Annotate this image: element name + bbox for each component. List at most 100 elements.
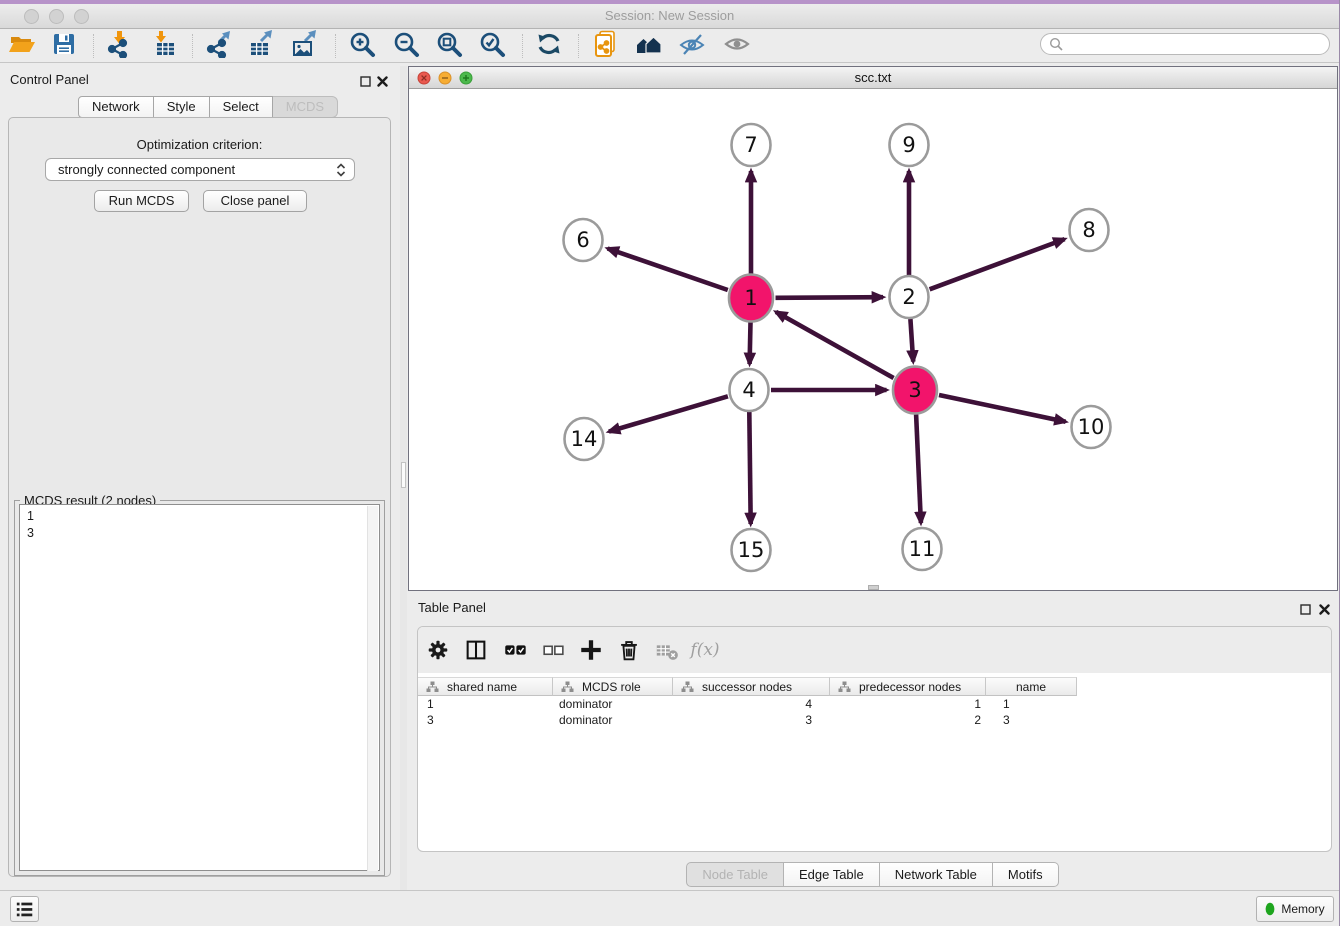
deselect-all-checkboxes-icon[interactable] (538, 636, 568, 664)
edge-3-10[interactable] (939, 395, 1066, 422)
mcds-result-box[interactable]: 13 (19, 504, 380, 871)
table-panel-title: Table Panel (418, 600, 486, 615)
add-column-icon[interactable] (576, 636, 606, 664)
graph-node-9[interactable]: 9 (890, 124, 929, 166)
select-all-checkboxes-icon[interactable] (500, 636, 530, 664)
table-cell: 3 (418, 712, 553, 728)
graph-node-15[interactable]: 15 (732, 529, 771, 571)
frame-resize-handle[interactable] (868, 585, 879, 590)
zoom-fit-icon[interactable] (432, 30, 466, 58)
column-header-MCDS-role[interactable]: MCDS role (553, 677, 673, 696)
result-line: 1 (27, 508, 379, 525)
criterion-dropdown[interactable]: strongly connected component (45, 158, 355, 181)
graph-node-3[interactable]: 3 (893, 367, 937, 414)
svg-text:3: 3 (908, 378, 921, 402)
close-panel-icon[interactable] (377, 74, 388, 92)
refresh-icon[interactable] (532, 30, 566, 58)
tab-motifs[interactable]: Motifs (993, 862, 1059, 887)
search-input[interactable] (1068, 36, 1329, 52)
graph-node-6[interactable]: 6 (564, 219, 603, 261)
open-folder-icon[interactable] (5, 30, 39, 58)
tab-select[interactable]: Select (210, 96, 273, 118)
import-network-icon[interactable] (102, 30, 136, 58)
graph-node-4[interactable]: 4 (730, 369, 769, 411)
gear-icon[interactable] (423, 636, 453, 664)
float-table-panel-icon[interactable] (1300, 602, 1311, 620)
control-panel-tabs: NetworkStyleSelectMCDS (78, 96, 338, 118)
toolbar-separator (335, 34, 336, 58)
graph-node-2[interactable]: 2 (890, 276, 929, 318)
toolbar-separator (93, 34, 94, 58)
column-sort-icon (681, 681, 694, 693)
column-header-predecessor-nodes[interactable]: predecessor nodes (830, 677, 986, 696)
zoom-out-icon[interactable] (389, 30, 423, 58)
delete-column-icon[interactable] (614, 636, 644, 664)
table-cell: 3 (986, 712, 1077, 728)
first-neighbors-icon[interactable] (631, 30, 665, 58)
graph-node-1[interactable]: 1 (729, 275, 773, 322)
edge-4-14[interactable] (609, 396, 728, 431)
network-canvas[interactable]: 7 9 6 8 1 2 4 3 14 10 15 11 (409, 89, 1337, 590)
graph-node-11[interactable]: 11 (903, 528, 942, 570)
float-panel-icon[interactable] (360, 74, 371, 92)
edge-3-11[interactable] (916, 415, 921, 524)
edge-1-2[interactable] (776, 297, 884, 298)
zoom-selected-icon[interactable] (475, 30, 509, 58)
show-graphics-details-icon[interactable] (720, 30, 754, 58)
column-header-successor-nodes[interactable]: successor nodes (673, 677, 830, 696)
graph-node-8[interactable]: 8 (1070, 209, 1109, 251)
close-panel-button[interactable]: Close panel (203, 190, 307, 212)
search-icon (1049, 37, 1063, 51)
svg-text:9: 9 (902, 133, 915, 157)
graph-node-10[interactable]: 10 (1072, 406, 1111, 448)
svg-text:15: 15 (738, 538, 765, 562)
edge-1-4[interactable] (750, 323, 751, 365)
export-table-icon[interactable] (244, 30, 278, 58)
graph-node-14[interactable]: 14 (565, 418, 604, 460)
table-row[interactable]: 1dominator411 (418, 696, 1077, 712)
zoom-in-icon[interactable] (345, 30, 379, 58)
table-cell: 1 (830, 696, 986, 712)
edge-4-15[interactable] (749, 412, 750, 524)
svg-text:6: 6 (576, 228, 589, 252)
splitter-handle[interactable] (401, 462, 406, 488)
hide-graphics-details-icon[interactable] (675, 30, 709, 58)
result-line: 3 (27, 525, 379, 542)
svg-text:2: 2 (902, 285, 915, 309)
edge-2-3[interactable] (910, 319, 913, 362)
function-builder-icon[interactable]: f(x) (690, 636, 720, 664)
memory-button[interactable]: Memory (1256, 896, 1334, 922)
column-header-shared-name[interactable]: shared name (418, 677, 553, 696)
close-table-panel-icon[interactable] (1319, 602, 1330, 620)
export-image-icon[interactable] (288, 30, 322, 58)
edge-2-8[interactable] (930, 239, 1065, 289)
table-cell: 1 (418, 696, 553, 712)
dropdown-stepper-icon (336, 162, 346, 184)
new-network-from-selection-icon[interactable] (588, 30, 622, 58)
tab-network-table[interactable]: Network Table (880, 862, 993, 887)
import-table-icon[interactable] (148, 30, 182, 58)
table-row[interactable]: 3dominator323 (418, 712, 1077, 728)
tab-style[interactable]: Style (154, 96, 210, 118)
column-header-name[interactable]: name (986, 677, 1077, 696)
status-bar (0, 890, 1339, 926)
tab-mcds[interactable]: MCDS (273, 96, 338, 118)
split-columns-icon[interactable] (461, 636, 491, 664)
run-mcds-button[interactable]: Run MCDS (94, 190, 189, 212)
svg-text:1: 1 (744, 286, 757, 310)
edge-3-1[interactable] (776, 312, 894, 378)
edge-1-6[interactable] (608, 249, 728, 291)
export-network-icon[interactable] (201, 30, 235, 58)
network-frame-titlebar[interactable]: scc.txt (409, 67, 1337, 89)
result-scrollbar[interactable] (367, 506, 378, 871)
task-list-button[interactable] (10, 896, 39, 922)
tab-edge-table[interactable]: Edge Table (784, 862, 880, 887)
memory-status-icon (1265, 902, 1275, 916)
table-cell: 3 (673, 712, 830, 728)
graph-node-7[interactable]: 7 (732, 124, 771, 166)
tab-node-table[interactable]: Node Table (686, 862, 784, 887)
delete-table-icon[interactable] (652, 636, 682, 664)
save-session-icon[interactable] (47, 30, 81, 58)
tab-network[interactable]: Network (78, 96, 154, 118)
table-cell: 1 (986, 696, 1077, 712)
